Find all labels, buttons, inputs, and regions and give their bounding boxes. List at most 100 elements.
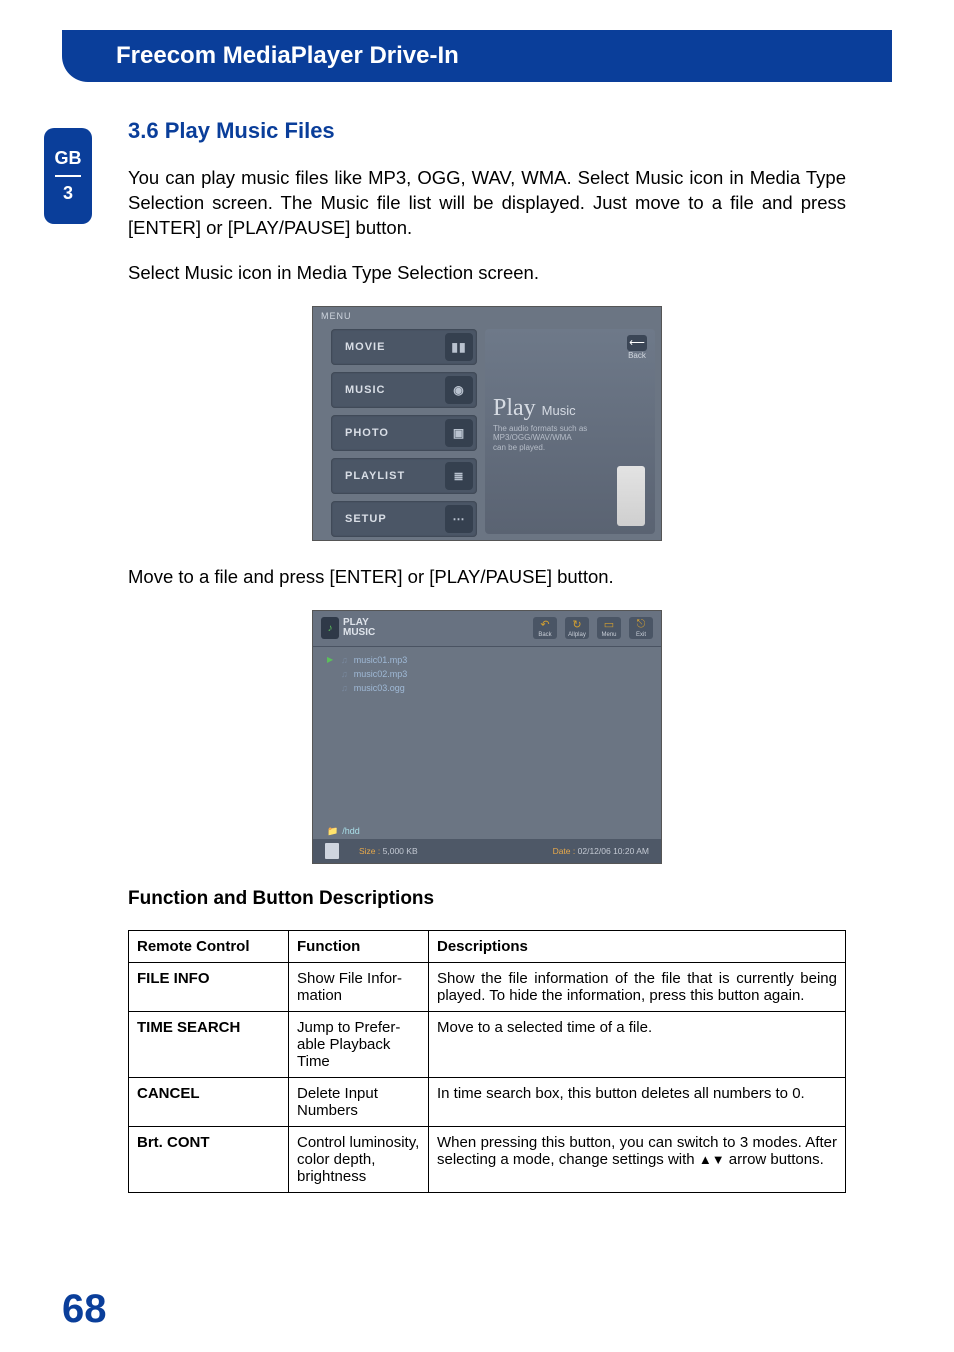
device-illustration	[617, 466, 645, 526]
badge-bottom: MUSIC	[343, 628, 375, 638]
back-arrow-icon: ⟵	[627, 335, 647, 351]
size-info: Size : 5,000 KB	[359, 846, 418, 856]
screenshot-menu: MENU MOVIE ▮▮ MUSIC ◉ PHOTO ▣ PLAYLIST ≣…	[312, 306, 662, 541]
menu-item-playlist[interactable]: PLAYLIST ≣	[331, 458, 477, 494]
path-text: /hdd	[342, 826, 360, 836]
file-row[interactable]: ▶ ♫ music01.mp3	[327, 653, 647, 667]
photo-icon: ▣	[445, 419, 473, 447]
date-label: Date :	[553, 846, 576, 856]
exit-icon: ⎋	[637, 618, 646, 631]
play-title-text: Play	[493, 395, 536, 421]
file-list: ▶ ♫ music01.mp3 ♫ music02.mp3 ♫ music03.…	[313, 647, 661, 701]
intro-paragraph: You can play music files like MP3, OGG, …	[128, 166, 846, 241]
cell-desc: When pressing this button, you can switc…	[429, 1126, 846, 1192]
speaker-icon: ◉	[445, 376, 473, 404]
subheading: Function and Button Descriptions	[128, 888, 846, 910]
date-value: 02/12/06 10:20 AM	[578, 846, 649, 856]
cell-rc: Brt. CONT	[129, 1126, 289, 1192]
playlist-icon: ≣	[445, 462, 473, 490]
menu-item-setup[interactable]: SETUP ⋯	[331, 501, 477, 537]
topbar: ♪ PLAY MUSIC ↶Back ↻Allplay ▭Menu ⎋Exit	[313, 611, 661, 647]
cell-fn: Jump to Prefer­able Playback Time	[289, 1011, 429, 1077]
side-divider	[55, 175, 81, 177]
function-table: Remote Control Function Descriptions FIL…	[128, 930, 846, 1193]
step2-text: Move to a file and press [ENTER] or [PLA…	[128, 565, 846, 590]
music-file-icon: ♫	[341, 655, 348, 665]
menu-item-music[interactable]: MUSIC ◉	[331, 372, 477, 408]
side-chapter: 3	[63, 183, 73, 204]
cell-desc: Move to a selected time of a file.	[429, 1011, 846, 1077]
menu-item-label: MOVIE	[345, 341, 385, 353]
cell-rc: CANCEL	[129, 1077, 289, 1126]
right-pane: ⟵ Back Play Music The audio formats such…	[485, 329, 655, 534]
play-indicator-icon: ▶	[327, 655, 335, 664]
table-header-row: Remote Control Function Descriptions	[129, 930, 846, 962]
th-descriptions: Descriptions	[429, 930, 846, 962]
cell-fn: Delete Input Numbers	[289, 1077, 429, 1126]
table-row: TIME SEARCH Jump to Prefer­able Playback…	[129, 1011, 846, 1077]
file-row[interactable]: ♫ music02.mp3	[327, 667, 647, 681]
play-music-badge: ♪ PLAY MUSIC	[321, 617, 375, 639]
file-name: music01.mp3	[354, 655, 408, 665]
topbar-exit[interactable]: ⎋Exit	[629, 617, 653, 639]
menu-column: MOVIE ▮▮ MUSIC ◉ PHOTO ▣ PLAYLIST ≣ SETU…	[331, 329, 477, 544]
table-row: Brt. CONT Control luminos­ity, color dep…	[129, 1126, 846, 1192]
path-bar: 📁 /hdd	[327, 826, 647, 837]
desc-post: arrow buttons.	[725, 1151, 824, 1168]
music-file-icon: ♫	[341, 669, 348, 679]
screenshot-filelist: ♪ PLAY MUSIC ↶Back ↻Allplay ▭Menu ⎋Exit …	[312, 610, 662, 864]
menu-item-photo[interactable]: PHOTO ▣	[331, 415, 477, 451]
header-title: Freecom MediaPlayer Drive-In	[116, 42, 459, 70]
menu-item-label: MUSIC	[345, 384, 385, 396]
note-icon: ♪	[321, 617, 339, 639]
cell-desc: In time search box, this button deletes …	[429, 1077, 846, 1126]
back-button[interactable]: ⟵ Back	[627, 335, 647, 360]
file-name: music02.mp3	[354, 669, 408, 679]
file-name: music03.ogg	[354, 683, 405, 693]
menu-item-label: PHOTO	[345, 427, 389, 439]
allplay-icon: ↻	[572, 618, 581, 631]
cell-desc: Show the file information of the file th…	[429, 962, 846, 1011]
cell-rc: TIME SEARCH	[129, 1011, 289, 1077]
cell-fn: Show File Infor­mation	[289, 962, 429, 1011]
content-area: 3.6 Play Music Files You can play music …	[128, 118, 846, 1193]
date-info: Date : 02/12/06 10:20 AM	[553, 846, 649, 856]
th-remote-control: Remote Control	[129, 930, 289, 962]
step1-text: Select Music icon in Media Type Selectio…	[128, 261, 846, 286]
film-icon: ▮▮	[445, 333, 473, 361]
play-desc: The audio formats such as MP3/OGG/WAV/WM…	[493, 424, 647, 453]
play-subtitle: Music	[542, 403, 576, 418]
back-icon: ↶	[540, 618, 549, 631]
menu-item-label: PLAYLIST	[345, 470, 405, 482]
topbar-menu[interactable]: ▭Menu	[597, 617, 621, 639]
header-bar: Freecom MediaPlayer Drive-In	[62, 30, 892, 82]
cell-fn: Control luminos­ity, color depth, bright…	[289, 1126, 429, 1192]
desc-line2: MP3/OGG/WAV/WMA	[493, 433, 647, 443]
document-icon	[325, 843, 339, 859]
menu-label: MENU	[321, 311, 352, 321]
menu-item-label: SETUP	[345, 513, 387, 525]
cell-rc: FILE INFO	[129, 962, 289, 1011]
section-heading: 3.6 Play Music Files	[128, 118, 846, 144]
side-lang: GB	[55, 148, 82, 169]
back-label: Back	[628, 351, 646, 360]
side-tab: GB 3	[44, 128, 92, 224]
desc-line3: can be played.	[493, 443, 647, 453]
topbar-allplay[interactable]: ↻Allplay	[565, 617, 589, 639]
up-down-arrow-icon: ▲▼	[699, 1153, 725, 1166]
th-function: Function	[289, 930, 429, 962]
info-bar: Size : 5,000 KB Date : 02/12/06 10:20 AM	[313, 839, 661, 863]
desc-line1: The audio formats such as	[493, 424, 647, 434]
folder-icon: 📁	[327, 826, 338, 837]
table-row: CANCEL Delete Input Numbers In time sear…	[129, 1077, 846, 1126]
play-title: Play Music	[493, 395, 647, 422]
topbar-back[interactable]: ↶Back	[533, 617, 557, 639]
size-value: 5,000 KB	[383, 846, 418, 856]
table-row: FILE INFO Show File Infor­mation Show th…	[129, 962, 846, 1011]
music-file-icon: ♫	[341, 683, 348, 693]
size-label: Size :	[359, 846, 380, 856]
page-number: 68	[62, 1287, 107, 1332]
file-row[interactable]: ♫ music03.ogg	[327, 681, 647, 695]
setup-icon: ⋯	[445, 505, 473, 533]
menu-item-movie[interactable]: MOVIE ▮▮	[331, 329, 477, 365]
